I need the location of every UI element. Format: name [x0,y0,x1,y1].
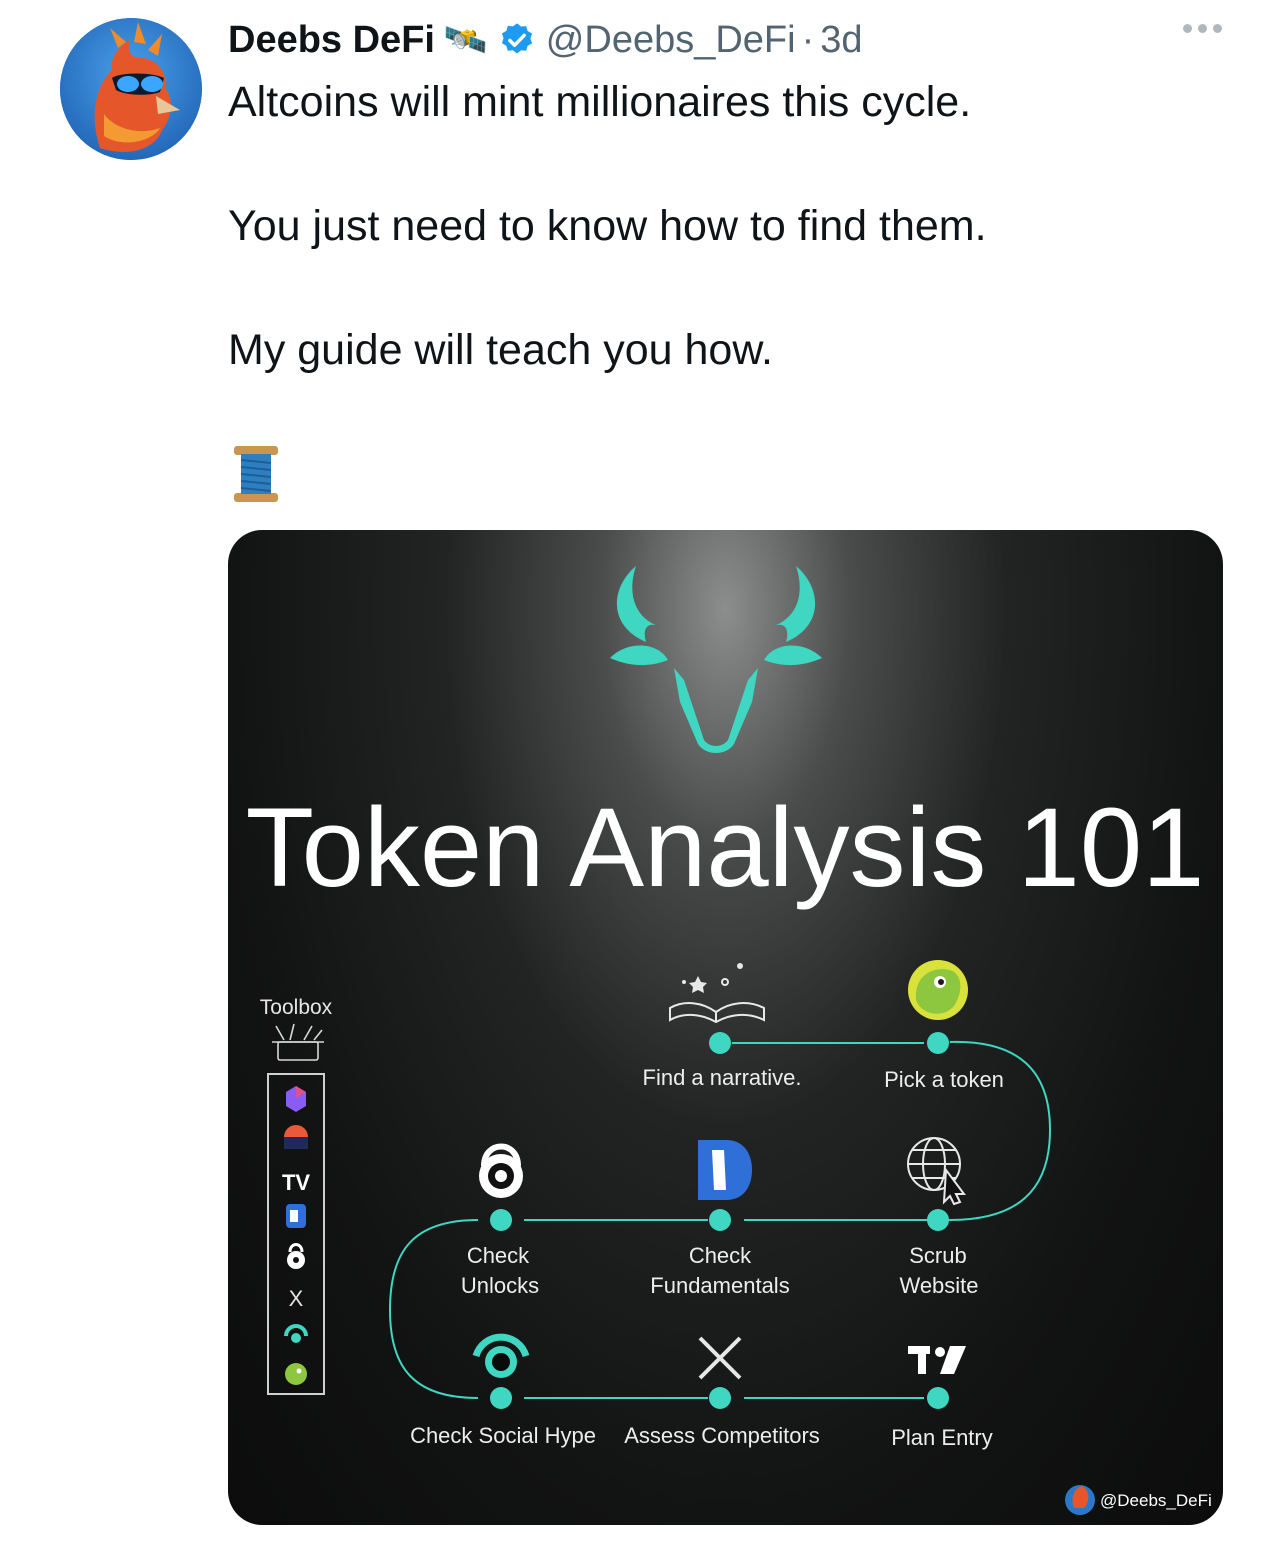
toolbox-defillama-icon [286,1204,306,1228]
toolbox-list: TV X [282,1086,310,1385]
step-label: Unlocks [461,1273,539,1298]
tweet-timestamp[interactable]: 3d [820,19,862,62]
toolbox-lunarcrush-icon [284,1324,308,1343]
step-dot [490,1209,512,1231]
tweet-text-line: My guide will teach you how. [228,326,773,374]
lunarcrush-icon [472,1333,530,1378]
tweet-text-line: Altcoins will mint millionaires this cyc… [228,78,972,126]
lock-icon [479,1143,523,1198]
step-label: Pick a token [884,1067,1004,1092]
tweet-text-line: You just need to know how to find them. [228,202,987,250]
step-dot [927,1387,949,1409]
verified-badge-icon [501,23,532,54]
coingecko-icon [908,960,968,1020]
step-dot [709,1032,731,1054]
thread-spool-icon [234,446,278,502]
step-label: Check [467,1243,530,1268]
step-dot [709,1387,731,1409]
defillama-icon [698,1140,752,1200]
open-book-icon [669,963,765,1024]
toolbox-coingecko-icon [285,1363,307,1385]
phoenix-avatar-icon [60,18,202,160]
token-analysis-infographic: Token Analysis 101 Toolbox TV X Find a n… [246,566,1212,1515]
step-label: Check Social Hype [410,1423,596,1448]
toolbox-x-logo-icon: X [289,1286,304,1311]
watermark-handle: @Deebs_DeFi [1100,1491,1212,1510]
step-dot [490,1387,512,1409]
x-logo-icon [698,1336,742,1380]
tweet-header: Deebs DeFi 🛰️ @Deebs_DeFi · 3d [228,14,863,66]
globe-cursor-icon [907,1137,966,1206]
bull-logo-icon [610,566,822,753]
author-avatar[interactable] [60,18,202,160]
step-label: Website [899,1273,978,1298]
infographic-title: Token Analysis 101 [246,785,1205,910]
separator-dot: · [801,18,815,61]
step-label: Scrub [909,1243,966,1268]
watermark: @Deebs_DeFi [1065,1485,1212,1515]
toolbox-lock-icon [287,1243,305,1269]
tweet-image[interactable]: Token Analysis 101 Toolbox TV X Find a n… [228,530,1223,1525]
step-dot [927,1032,949,1054]
satellite-emoji: 🛰️ [442,19,488,60]
step-label: Check [689,1243,752,1268]
step-label: Fundamentals [650,1273,789,1298]
toolbox-label: Toolbox [260,996,333,1019]
more-options-icon[interactable] [1183,24,1222,33]
author-name[interactable]: Deebs DeFi [228,19,435,62]
author-handle[interactable]: @Deebs_DeFi [546,19,796,62]
step-dot [709,1209,731,1231]
toolbox-frame [267,1073,325,1395]
tradingview-icon [908,1346,966,1374]
toolbox-icon [272,1023,324,1061]
step-label: Plan Entry [891,1425,993,1450]
toolbox-tradingview-icon: TV [282,1170,310,1195]
toolbox-tool-icon [284,1125,308,1149]
step-label: Assess Competitors [624,1423,820,1448]
step-label: Find a narrative. [643,1065,802,1090]
step-dot [927,1209,949,1231]
toolbox-tool-icon [286,1086,306,1112]
